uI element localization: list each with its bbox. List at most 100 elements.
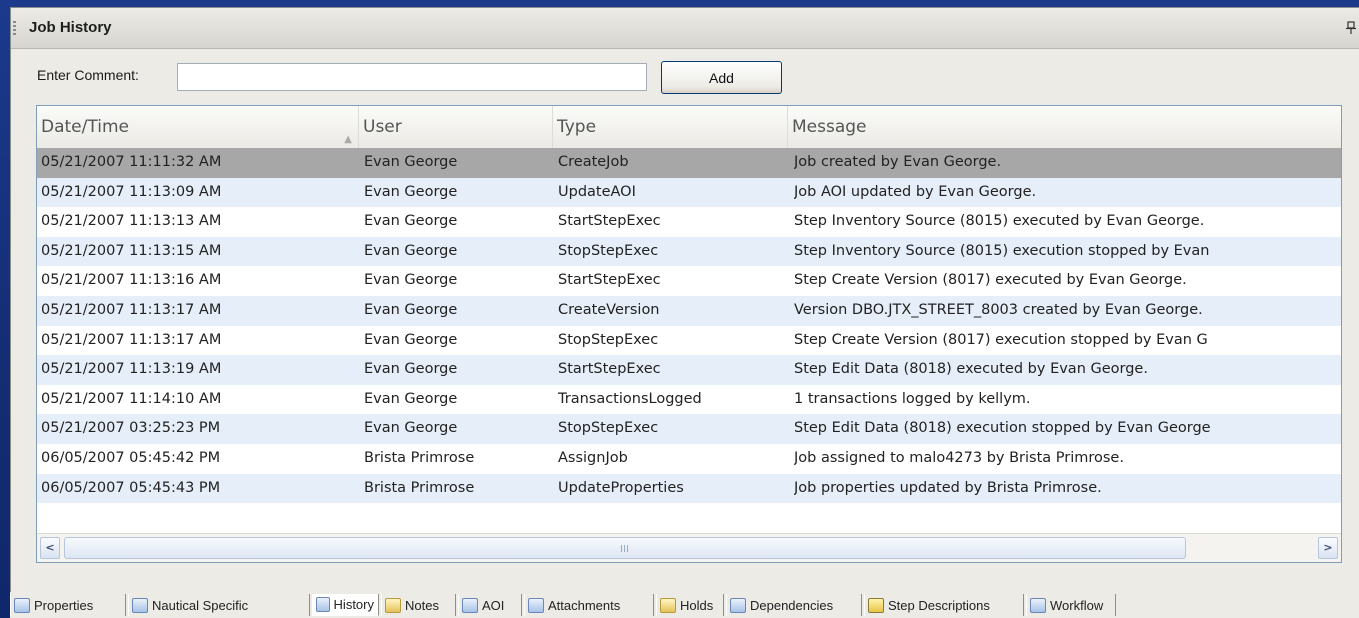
cell-message: Job AOI updated by Evan George. — [794, 183, 1037, 200]
dependencies-icon — [730, 597, 746, 613]
cell-message: Step Edit Data (8018) executed by Evan G… — [794, 361, 1148, 378]
tab-label: History — [333, 597, 374, 612]
cell-datetime: 05/21/2007 11:13:09 AM — [41, 183, 222, 200]
cell-type: UpdateProperties — [558, 479, 684, 496]
cell-type: UpdateAOI — [558, 183, 636, 200]
aoi-icon — [462, 597, 478, 613]
tab-label: Nautical Specific — [152, 597, 249, 613]
table-row[interactable]: 05/21/2007 11:11:32 AM Evan George CreateJ… — [37, 148, 1341, 178]
table-row[interactable]: 05/21/2007 11:13:17 AM Evan George CreateV… — [37, 295, 1341, 326]
table-row[interactable]: 05/21/2007 11:13:13 AM Evan George StartSt… — [37, 207, 1341, 237]
notes-icon — [385, 597, 401, 613]
cell-user: Evan George — [364, 361, 458, 378]
cell-datetime: 06/05/2007 05:45:43 PM — [41, 479, 221, 496]
tab-label: Notes — [405, 597, 439, 613]
cell-message: Version DBO.JTX_STREET_8003 created by E… — [794, 301, 1203, 318]
drag-grip-icon[interactable] — [13, 21, 16, 37]
cell-type: StartStepExec — [558, 361, 661, 378]
table-row[interactable]: 05/21/2007 11:13:17 AM Evan George StopSte… — [37, 326, 1341, 356]
tab-properties[interactable]: Properties — [10, 594, 126, 616]
table-row[interactable]: 06/05/2007 05:45:43 PM Brista Primrose Upd… — [37, 473, 1341, 504]
job-history-panel: Job History Enter Comment: Add Date/Time… — [10, 7, 1359, 593]
cell-datetime: 05/21/2007 11:13:15 AM — [41, 242, 222, 259]
cell-type: StartStepExec — [558, 272, 661, 289]
tab-attachments[interactable]: Attachments — [524, 594, 654, 616]
tab-label: Step Descriptions — [888, 597, 990, 613]
column-header-message[interactable]: Message — [788, 106, 1341, 148]
cell-user: Evan George — [364, 154, 458, 170]
cell-type: TransactionsLogged — [558, 390, 702, 407]
cell-type: StopStepExec — [558, 331, 659, 348]
cell-message: Step Create Version (8017) execution sto… — [794, 331, 1208, 348]
cell-user: Evan George — [364, 301, 458, 318]
cell-message: 1 transactions logged by kellym. — [794, 390, 1031, 407]
table-row[interactable]: 06/05/2007 05:45:42 PM Brista Primrose Ass… — [37, 444, 1341, 474]
history-icon — [316, 597, 330, 612]
tab-holds[interactable]: Holds — [656, 594, 724, 616]
column-header-label: Message — [792, 117, 867, 137]
tab-step-descriptions[interactable]: Step Descriptions — [864, 594, 1024, 616]
table-row[interactable]: 05/21/2007 11:13:16 AM Evan George StartSt… — [37, 266, 1341, 296]
tab-label: Attachments — [548, 597, 621, 613]
workflow-icon — [1030, 597, 1046, 613]
horizontal-scrollbar[interactable]: < > — [37, 533, 1341, 562]
table-row[interactable]: 05/21/2007 11:13:15 AM Evan George StopSte… — [37, 236, 1341, 267]
cell-datetime: 05/21/2007 11:13:16 AM — [41, 272, 222, 289]
table-row[interactable]: 05/21/2007 11:13:09 AM Evan George UpdateA… — [37, 177, 1341, 208]
tab-dependencies[interactable]: Dependencies — [726, 594, 862, 616]
cell-datetime: 05/21/2007 11:11:32 AM — [41, 154, 222, 170]
cell-type: CreateJob — [558, 154, 629, 170]
comment-label: Enter Comment: — [37, 67, 139, 83]
cell-user: Evan George — [364, 331, 458, 348]
grid-rows: 05/21/2007 11:11:32 AM Evan George CreateJ… — [37, 148, 1341, 504]
tab-nautical-specific[interactable]: Nautical Specific — [128, 594, 310, 616]
table-row[interactable]: 05/21/2007 11:13:19 AM Evan George StartSt… — [37, 355, 1341, 385]
cell-user: Evan George — [364, 390, 458, 407]
grid-header: Date/Time ▲ User Type Message — [37, 106, 1341, 149]
cell-datetime: 05/21/2007 11:13:17 AM — [41, 331, 222, 348]
scroll-left-button[interactable]: < — [40, 537, 60, 559]
cell-user: Evan George — [364, 420, 458, 437]
bottom-tab-strip: Properties Nautical Specific History Notes A… — [10, 592, 1359, 618]
table-row[interactable]: 05/21/2007 11:14:10 AM Evan George Transac… — [37, 385, 1341, 415]
cell-message: Job assigned to malo4273 by Brista Primr… — [794, 449, 1124, 466]
pin-icon[interactable] — [1346, 21, 1356, 35]
cell-datetime: 05/21/2007 11:14:10 AM — [41, 390, 222, 407]
scroll-right-button[interactable]: > — [1318, 537, 1338, 559]
column-header-label: Date/Time — [41, 117, 129, 137]
cell-datetime: 05/21/2007 03:25:23 PM — [41, 420, 221, 437]
cell-type: StopStepExec — [558, 420, 659, 437]
cell-datetime: 05/21/2007 11:13:17 AM — [41, 301, 222, 318]
column-header-datetime[interactable]: Date/Time ▲ — [37, 106, 359, 148]
cell-message: Step Inventory Source (8015) executed by… — [794, 213, 1205, 230]
add-comment-button[interactable]: Add — [661, 61, 782, 94]
thumb-grip-icon — [621, 545, 629, 552]
column-header-label: Type — [557, 117, 597, 137]
comment-input[interactable] — [177, 63, 647, 91]
cell-message: Job properties updated by Brista Primros… — [794, 479, 1102, 496]
panel-title: Job History — [29, 19, 112, 36]
cell-datetime: 06/05/2007 05:45:42 PM — [41, 449, 221, 466]
column-header-user[interactable]: User — [359, 106, 553, 148]
panel-titlebar[interactable]: Job History — [11, 8, 1359, 49]
attachments-icon — [528, 597, 544, 613]
tab-aoi[interactable]: AOI — [458, 594, 522, 616]
tab-notes[interactable]: Notes — [381, 594, 456, 616]
tab-history[interactable]: History — [312, 594, 379, 616]
step-descriptions-icon — [868, 597, 884, 613]
cell-datetime: 05/21/2007 11:13:13 AM — [41, 213, 222, 230]
cell-user: Brista Primrose — [364, 449, 475, 466]
nautical-icon — [132, 597, 148, 613]
tab-label: Workflow — [1050, 597, 1104, 613]
column-header-type[interactable]: Type — [553, 106, 788, 148]
tab-label: Dependencies — [750, 597, 834, 613]
table-row[interactable]: 05/21/2007 03:25:23 PM Evan George StopSte… — [37, 414, 1341, 444]
scroll-thumb[interactable] — [64, 537, 1186, 559]
cell-type: StopStepExec — [558, 242, 659, 259]
cell-message: Step Create Version (8017) executed by E… — [794, 272, 1187, 289]
cell-user: Evan George — [364, 183, 458, 200]
holds-icon — [660, 597, 676, 613]
column-header-label: User — [363, 117, 402, 137]
tab-label: Properties — [34, 597, 94, 613]
tab-workflow[interactable]: Workflow — [1026, 594, 1116, 616]
